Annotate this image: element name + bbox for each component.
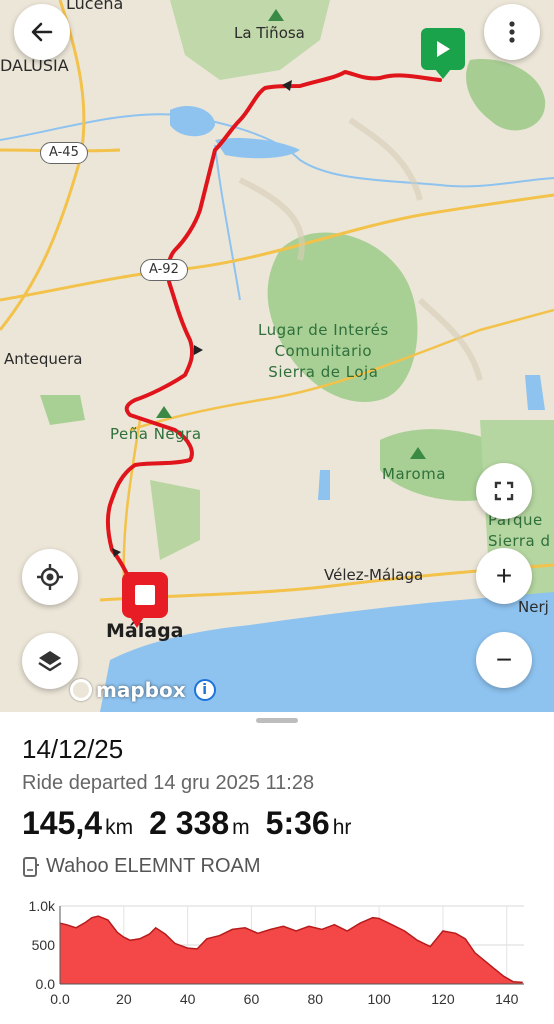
distance-stat: 145,4 km — [22, 805, 134, 841]
start-marker[interactable] — [421, 28, 465, 79]
zoom-out-button[interactable]: − — [476, 632, 532, 688]
layers-icon — [38, 651, 62, 672]
x-tick-label: 80 — [308, 991, 324, 1007]
y-tick-label: 1.0k — [29, 898, 56, 914]
minus-icon: − — [495, 644, 513, 675]
device-name: Wahoo ELEMNT ROAM — [46, 855, 261, 877]
back-button[interactable] — [14, 4, 70, 60]
my-location-icon — [37, 564, 63, 590]
map-label-sierra-de-loja: Lugar de Interés Comunitario Sierra de L… — [258, 321, 389, 381]
ride-subtitle: Ride departed 14 gru 2025 11:28 — [22, 772, 315, 794]
elevation-area — [60, 916, 523, 984]
map-label-maroma: Maroma — [382, 465, 446, 483]
end-marker[interactable] — [122, 572, 168, 628]
map-label-pena-negra: Peña Negra — [110, 425, 202, 443]
map-label-nerja: Nerj — [518, 598, 549, 616]
y-tick-label: 500 — [32, 937, 56, 953]
mapbox-logo-text: mapbox — [96, 678, 186, 702]
x-tick-label: 120 — [431, 991, 455, 1007]
elevation-chart[interactable]: 0.0 500 1.0k 0.0 20 40 60 80 100 120 140 — [0, 892, 554, 1024]
back-arrow-icon — [31, 22, 53, 42]
map-label-velez-malaga: Vélez-Málaga — [324, 566, 424, 584]
elevation-stat: 2 338 m — [149, 805, 250, 841]
x-tick-label: 100 — [367, 991, 391, 1007]
mapbox-logo-icon — [70, 679, 92, 701]
fullscreen-icon — [494, 481, 514, 501]
ride-details-sheet: 14/12/25 Ride departed 14 gru 2025 11:28… — [0, 712, 554, 1024]
map-label-malaga: Málaga — [106, 620, 184, 642]
peak-icon — [156, 406, 172, 418]
map-label-lucena: Lucena — [66, 0, 124, 13]
fullscreen-button[interactable] — [476, 463, 532, 519]
bike-computer-icon — [23, 856, 39, 877]
sheet-drag-handle[interactable] — [256, 718, 298, 723]
play-icon — [437, 41, 450, 57]
zoom-in-button[interactable]: + — [476, 548, 532, 604]
more-vertical-icon — [509, 21, 515, 43]
x-tick-label: 40 — [180, 991, 196, 1007]
x-tick-label: 140 — [495, 991, 519, 1007]
map-label-la-tinosa: La Tiñosa — [234, 24, 305, 42]
info-icon[interactable]: i — [193, 679, 216, 701]
duration-stat: 5:36 hr — [265, 805, 352, 841]
my-location-button[interactable] — [22, 549, 78, 605]
x-tick-label: 20 — [116, 991, 132, 1007]
map-label-antequera: Antequera — [4, 350, 83, 368]
x-tick-label: 0.0 — [50, 991, 70, 1007]
road-shield-a45: A-45 — [40, 142, 88, 164]
peak-icon — [268, 9, 284, 21]
ride-stats: 145,4 km 2 338 m 5:36 hr — [22, 805, 351, 842]
road-shield-a92: A-92 — [140, 259, 188, 281]
x-tick-label: 60 — [244, 991, 260, 1007]
route-map[interactable]: Lucena DALUSIA La Tiñosa Antequera Peña … — [0, 0, 554, 712]
y-tick-label: 0.0 — [36, 976, 56, 992]
ride-date: 14/12/25 — [22, 734, 124, 764]
more-options-button[interactable] — [484, 4, 540, 60]
mapbox-attribution[interactable]: mapbox i — [70, 678, 216, 702]
plus-icon: + — [495, 560, 513, 591]
peak-icon — [410, 447, 426, 459]
device-info: Wahoo ELEMNT ROAM — [22, 855, 261, 878]
